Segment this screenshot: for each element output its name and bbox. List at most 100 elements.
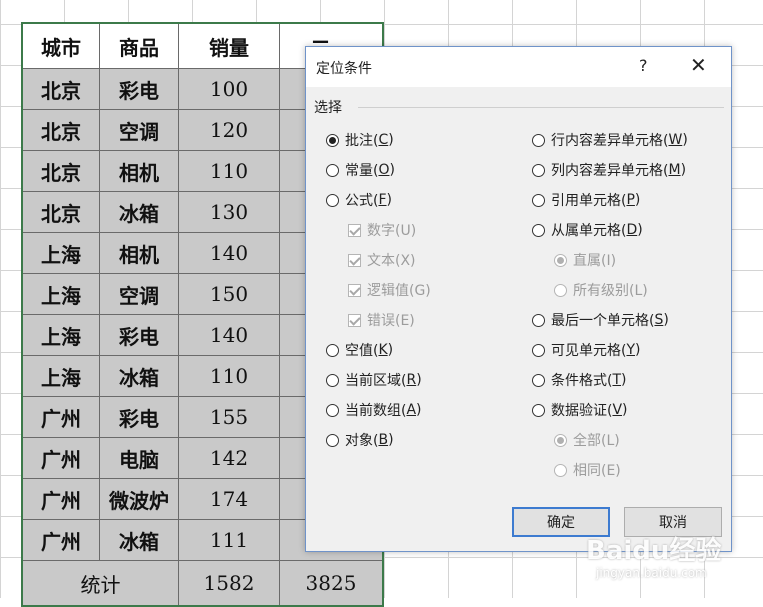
cell-product[interactable]: 电脑 <box>99 437 179 479</box>
checkbox-icon[interactable] <box>348 253 361 267</box>
cell-sales[interactable]: 150 <box>178 273 280 315</box>
radio-icon[interactable] <box>326 373 339 387</box>
radio-icon[interactable] <box>326 343 339 357</box>
cell-sales[interactable]: 120 <box>178 109 280 151</box>
option-right-11[interactable]: 相同(E) <box>554 460 621 480</box>
cell-sales[interactable]: 155 <box>178 396 280 438</box>
cell-product[interactable]: 彩电 <box>99 68 179 110</box>
option-right-5[interactable]: 所有级别(L) <box>554 280 648 300</box>
radio-icon[interactable] <box>326 163 339 177</box>
option-right-10[interactable]: 全部(L) <box>554 430 620 450</box>
cell-city[interactable]: 广州 <box>21 396 100 438</box>
option-suffix: ) <box>635 342 641 358</box>
cell-sales[interactable]: 111 <box>178 519 280 561</box>
checkbox-icon[interactable] <box>348 283 361 297</box>
cell-product[interactable]: 冰箱 <box>99 519 179 561</box>
radio-icon[interactable] <box>532 193 545 207</box>
dialog-title: 定位条件 <box>316 61 372 77</box>
total-col4[interactable]: 3825 <box>279 560 384 607</box>
cell-city[interactable]: 广州 <box>21 437 100 479</box>
group-divider <box>358 107 724 108</box>
option-left-9[interactable]: 当前数组(A) <box>326 400 422 420</box>
checkbox-icon[interactable] <box>348 223 361 237</box>
option-right-3[interactable]: 从属单元格(D) <box>532 220 643 240</box>
option-left-8[interactable]: 当前区域(R) <box>326 370 422 390</box>
total-label[interactable]: 统计 <box>21 560 179 607</box>
option-left-5[interactable]: 逻辑值(G) <box>348 280 431 300</box>
option-suffix: ) <box>621 372 627 388</box>
total-sales[interactable]: 1582 <box>178 560 280 607</box>
cell-city[interactable]: 广州 <box>21 478 100 520</box>
radio-icon[interactable] <box>554 283 567 297</box>
radio-icon[interactable] <box>326 193 339 207</box>
option-access-key: A <box>406 402 417 418</box>
radio-icon[interactable] <box>532 133 545 147</box>
option-right-4[interactable]: 直属(I) <box>554 250 616 270</box>
radio-icon[interactable] <box>326 133 339 147</box>
cell-product[interactable]: 空调 <box>99 273 179 315</box>
option-access-key: W <box>668 132 683 148</box>
cell-product[interactable]: 相机 <box>99 150 179 192</box>
cell-sales[interactable]: 110 <box>178 150 280 192</box>
option-left-6[interactable]: 错误(E) <box>348 310 415 330</box>
cell-product[interactable]: 冰箱 <box>99 191 179 233</box>
option-right-7[interactable]: 可见单元格(Y) <box>532 340 641 360</box>
radio-icon[interactable] <box>326 403 339 417</box>
cell-sales[interactable]: 130 <box>178 191 280 233</box>
header-city[interactable]: 城市 <box>21 22 100 69</box>
cell-city[interactable]: 上海 <box>21 314 100 356</box>
header-product[interactable]: 商品 <box>99 22 179 69</box>
cell-product[interactable]: 彩电 <box>99 314 179 356</box>
radio-icon[interactable] <box>326 433 339 447</box>
radio-icon[interactable] <box>532 343 545 357</box>
radio-icon[interactable] <box>532 223 545 237</box>
option-left-10[interactable]: 对象(B) <box>326 430 394 450</box>
cell-city[interactable]: 广州 <box>21 519 100 561</box>
option-right-0[interactable]: 行内容差异单元格(W) <box>532 130 688 150</box>
option-left-7[interactable]: 空值(K) <box>326 340 393 360</box>
cell-product[interactable]: 空调 <box>99 109 179 151</box>
option-right-6[interactable]: 最后一个单元格(S) <box>532 310 669 330</box>
cell-city[interactable]: 北京 <box>21 150 100 192</box>
option-right-1[interactable]: 列内容差异单元格(M) <box>532 160 686 180</box>
cell-city[interactable]: 北京 <box>21 109 100 151</box>
option-right-9[interactable]: 数据验证(V) <box>532 400 628 420</box>
option-left-3[interactable]: 数字(U) <box>348 220 416 240</box>
cell-product[interactable]: 彩电 <box>99 396 179 438</box>
cell-sales[interactable]: 140 <box>178 314 280 356</box>
cell-city[interactable]: 上海 <box>21 273 100 315</box>
cell-sales[interactable]: 140 <box>178 232 280 274</box>
radio-icon[interactable] <box>554 253 567 267</box>
option-label: 引用单元格( <box>551 193 627 209</box>
radio-icon[interactable] <box>532 163 545 177</box>
cell-city[interactable]: 北京 <box>21 191 100 233</box>
option-left-0[interactable]: 批注(C) <box>326 130 394 150</box>
help-icon[interactable]: ? <box>639 56 648 75</box>
checkbox-icon[interactable] <box>348 313 361 327</box>
cell-sales[interactable]: 174 <box>178 478 280 520</box>
header-sales[interactable]: 销量 <box>178 22 280 69</box>
option-right-2[interactable]: 引用单元格(P) <box>532 190 640 210</box>
close-icon[interactable]: ✕ <box>690 53 707 77</box>
radio-icon[interactable] <box>554 433 567 447</box>
option-left-2[interactable]: 公式(F) <box>326 190 392 210</box>
cell-sales[interactable]: 100 <box>178 68 280 110</box>
cell-sales[interactable]: 110 <box>178 355 280 397</box>
radio-icon[interactable] <box>554 463 567 477</box>
cell-city[interactable]: 北京 <box>21 68 100 110</box>
cell-city[interactable]: 上海 <box>21 355 100 397</box>
radio-icon[interactable] <box>532 313 545 327</box>
cell-product[interactable]: 相机 <box>99 232 179 274</box>
option-label: 当前数组( <box>345 403 407 419</box>
radio-icon[interactable] <box>532 403 545 417</box>
cell-sales[interactable]: 142 <box>178 437 280 479</box>
option-left-4[interactable]: 文本(X) <box>348 250 416 270</box>
radio-icon[interactable] <box>532 373 545 387</box>
option-left-1[interactable]: 常量(O) <box>326 160 395 180</box>
cell-product[interactable]: 冰箱 <box>99 355 179 397</box>
watermark-logo: Baidu经验 <box>586 536 722 566</box>
option-right-8[interactable]: 条件格式(T) <box>532 370 627 390</box>
cell-product[interactable]: 微波炉 <box>99 478 179 520</box>
cell-city[interactable]: 上海 <box>21 232 100 274</box>
option-label: 当前区域( <box>345 373 407 389</box>
